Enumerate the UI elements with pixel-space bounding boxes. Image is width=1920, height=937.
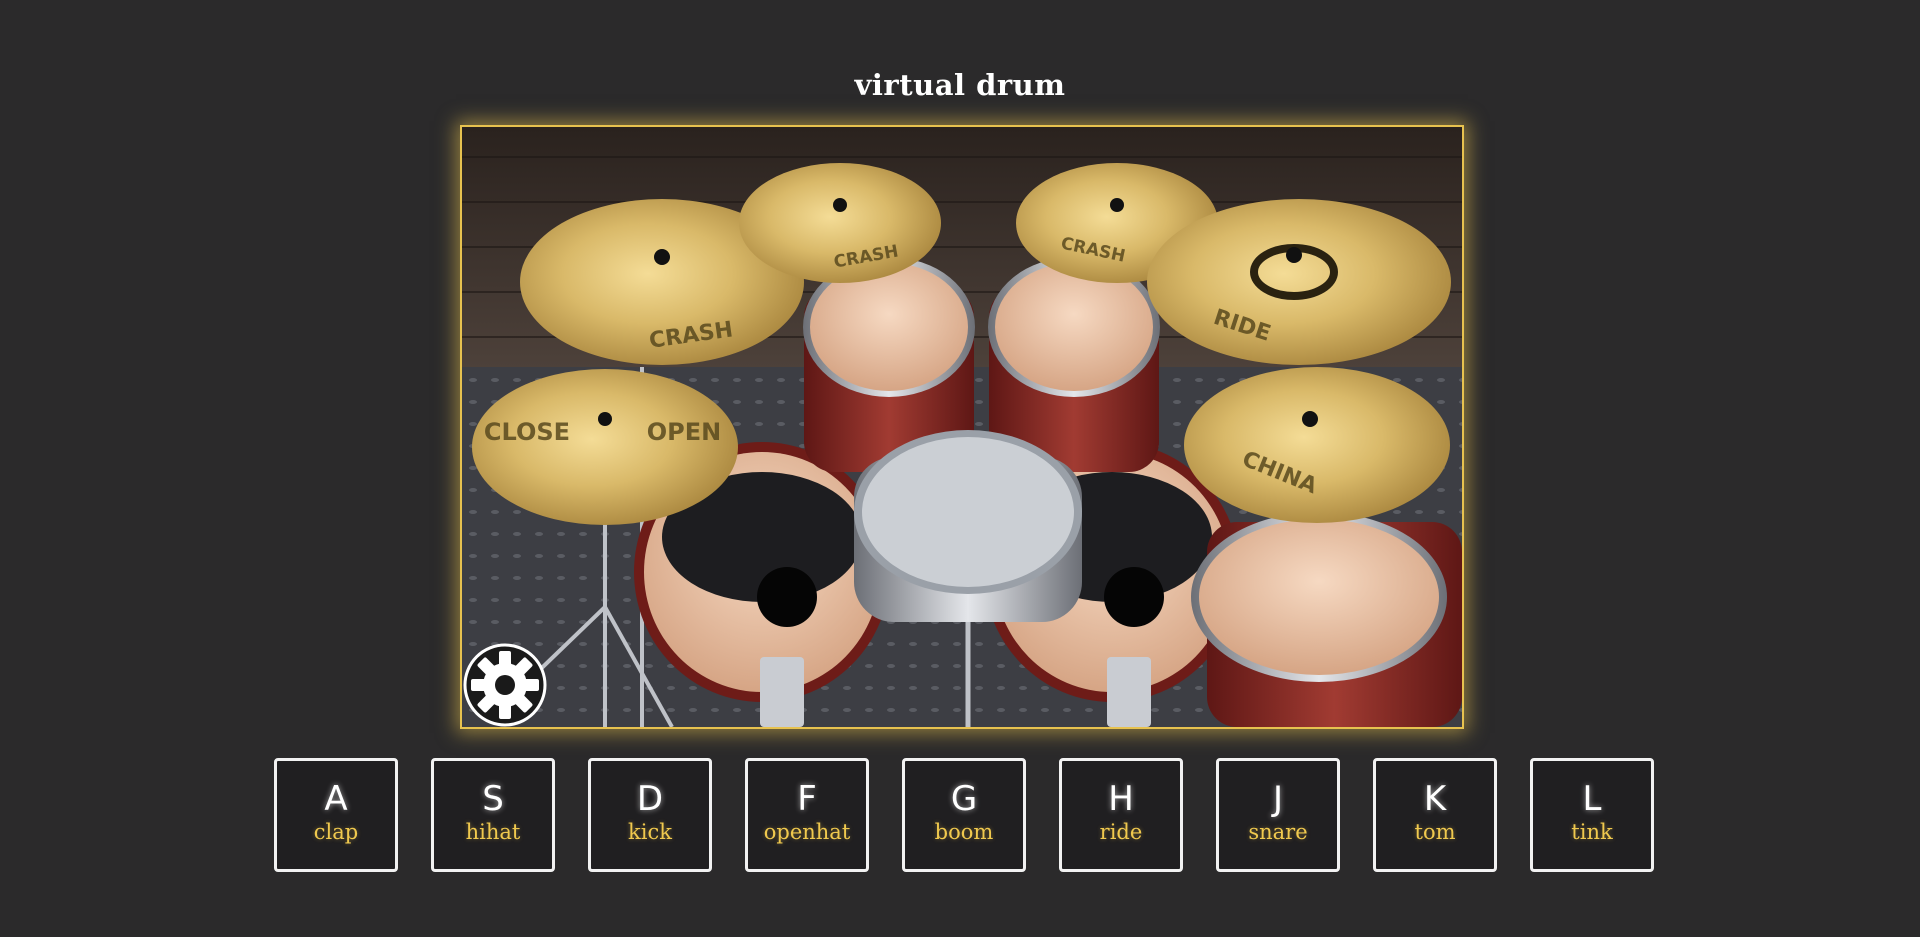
gear-icon[interactable] (463, 643, 547, 727)
key-hihat[interactable]: S hihat (431, 758, 555, 872)
drum-key-pad: A clap S hihat D kick F openhat G boom H… (274, 758, 1654, 872)
key-letter: S (482, 779, 504, 819)
cymbal-china: CHINA (1184, 367, 1450, 523)
key-ride[interactable]: H ride (1059, 758, 1183, 872)
key-snare[interactable]: J snare (1216, 758, 1340, 872)
key-letter: F (797, 779, 817, 819)
key-sound: snare (1248, 820, 1308, 844)
key-letter: H (1108, 779, 1134, 819)
page-title: virtual drum (854, 68, 1066, 102)
cymbal-crash-top-left: CRASH (739, 163, 941, 283)
key-openhat[interactable]: F openhat (745, 758, 869, 872)
key-letter: D (636, 779, 664, 819)
key-letter: J (1272, 779, 1284, 819)
drum-kit-illustration: CRASH CRASH CRASH RIDE CLOSE OPEN CHINA (462, 127, 1462, 727)
key-sound: ride (1099, 820, 1143, 844)
key-sound: openhat (763, 820, 851, 844)
key-letter: L (1582, 779, 1602, 819)
key-clap[interactable]: A clap (274, 758, 398, 872)
floor-tom (1191, 512, 1462, 727)
key-letter: A (324, 779, 348, 819)
cymbal-hihat: CLOSE OPEN (472, 369, 738, 525)
key-sound: kick (628, 820, 672, 844)
drum-kit-stage[interactable]: CRASH CRASH CRASH RIDE CLOSE OPEN CHINA (460, 125, 1464, 729)
cymbal-ride: RIDE (1147, 199, 1451, 365)
key-sound: tom (1414, 820, 1456, 844)
key-sound: boom (934, 820, 994, 844)
key-sound: tink (1571, 820, 1613, 844)
key-tink[interactable]: L tink (1530, 758, 1654, 872)
key-letter: G (950, 779, 978, 819)
key-letter: K (1423, 779, 1447, 819)
svg-text:OPEN: OPEN (647, 418, 721, 446)
key-kick[interactable]: D kick (588, 758, 712, 872)
svg-text:CLOSE: CLOSE (484, 418, 570, 446)
key-sound: hihat (465, 820, 521, 844)
key-sound: clap (313, 820, 359, 844)
key-boom[interactable]: G boom (902, 758, 1026, 872)
key-tom[interactable]: K tom (1373, 758, 1497, 872)
